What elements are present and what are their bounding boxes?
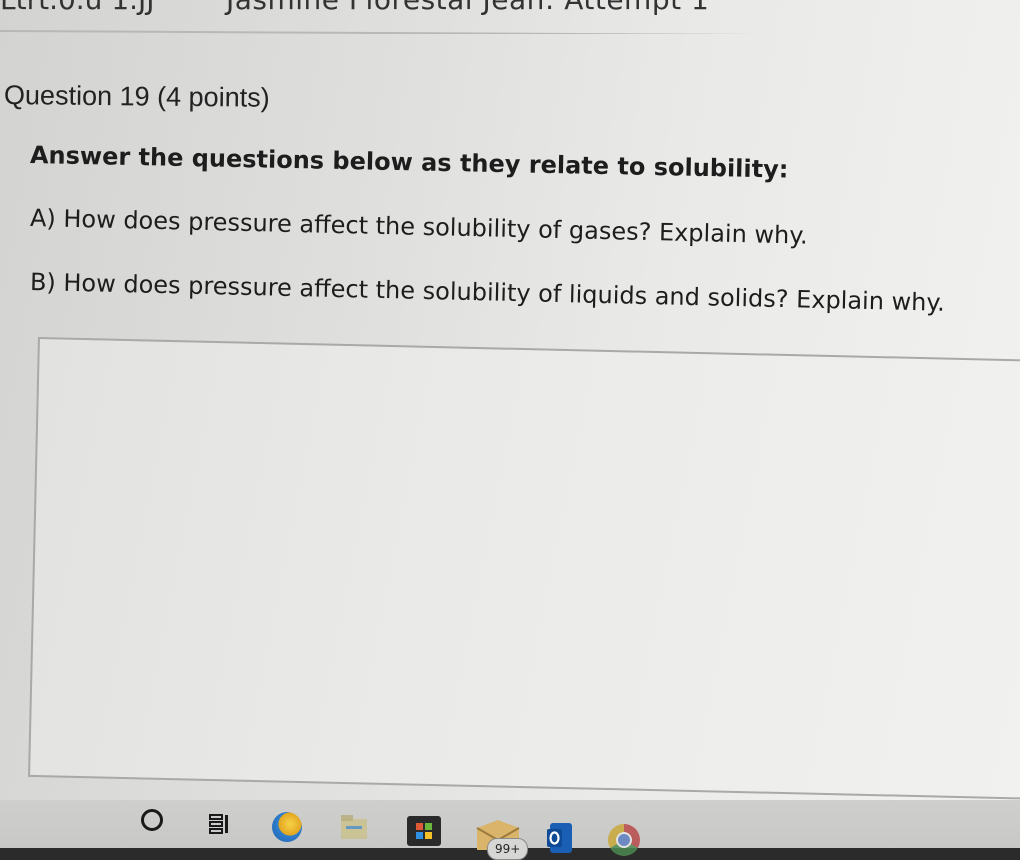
chrome-icon[interactable] bbox=[608, 824, 640, 856]
question-number: Question 19 bbox=[3, 80, 150, 112]
cortana-icon[interactable] bbox=[141, 809, 163, 831]
question-heading: Question 19 (4 points) bbox=[4, 80, 270, 114]
mail-notification-badge: 99+ bbox=[487, 838, 529, 860]
window-header: Ltrt.0.u 1.JJ Jasmine Florestal Jean: At… bbox=[0, 0, 1020, 34]
question-prompt: Answer the questions below as they relat… bbox=[29, 141, 789, 184]
header-left-text: Ltrt.0.u 1.JJ bbox=[0, 0, 155, 16]
store-icon[interactable] bbox=[407, 816, 441, 846]
answer-textarea[interactable] bbox=[30, 339, 1020, 798]
file-explorer-icon[interactable] bbox=[340, 814, 368, 840]
edge-icon[interactable] bbox=[272, 812, 302, 842]
header-divider bbox=[0, 30, 1020, 34]
attempt-title: Jasmine Florestal Jean: Attempt 1 bbox=[226, 0, 709, 16]
sub-question-b: B) How does pressure affect the solubili… bbox=[29, 268, 946, 317]
task-view-icon[interactable] bbox=[208, 812, 232, 836]
outlook-icon[interactable] bbox=[546, 822, 574, 854]
question-points: (4 points) bbox=[156, 81, 270, 113]
answer-box bbox=[28, 337, 1020, 800]
sub-question-a: A) How does pressure affect the solubili… bbox=[29, 204, 809, 250]
